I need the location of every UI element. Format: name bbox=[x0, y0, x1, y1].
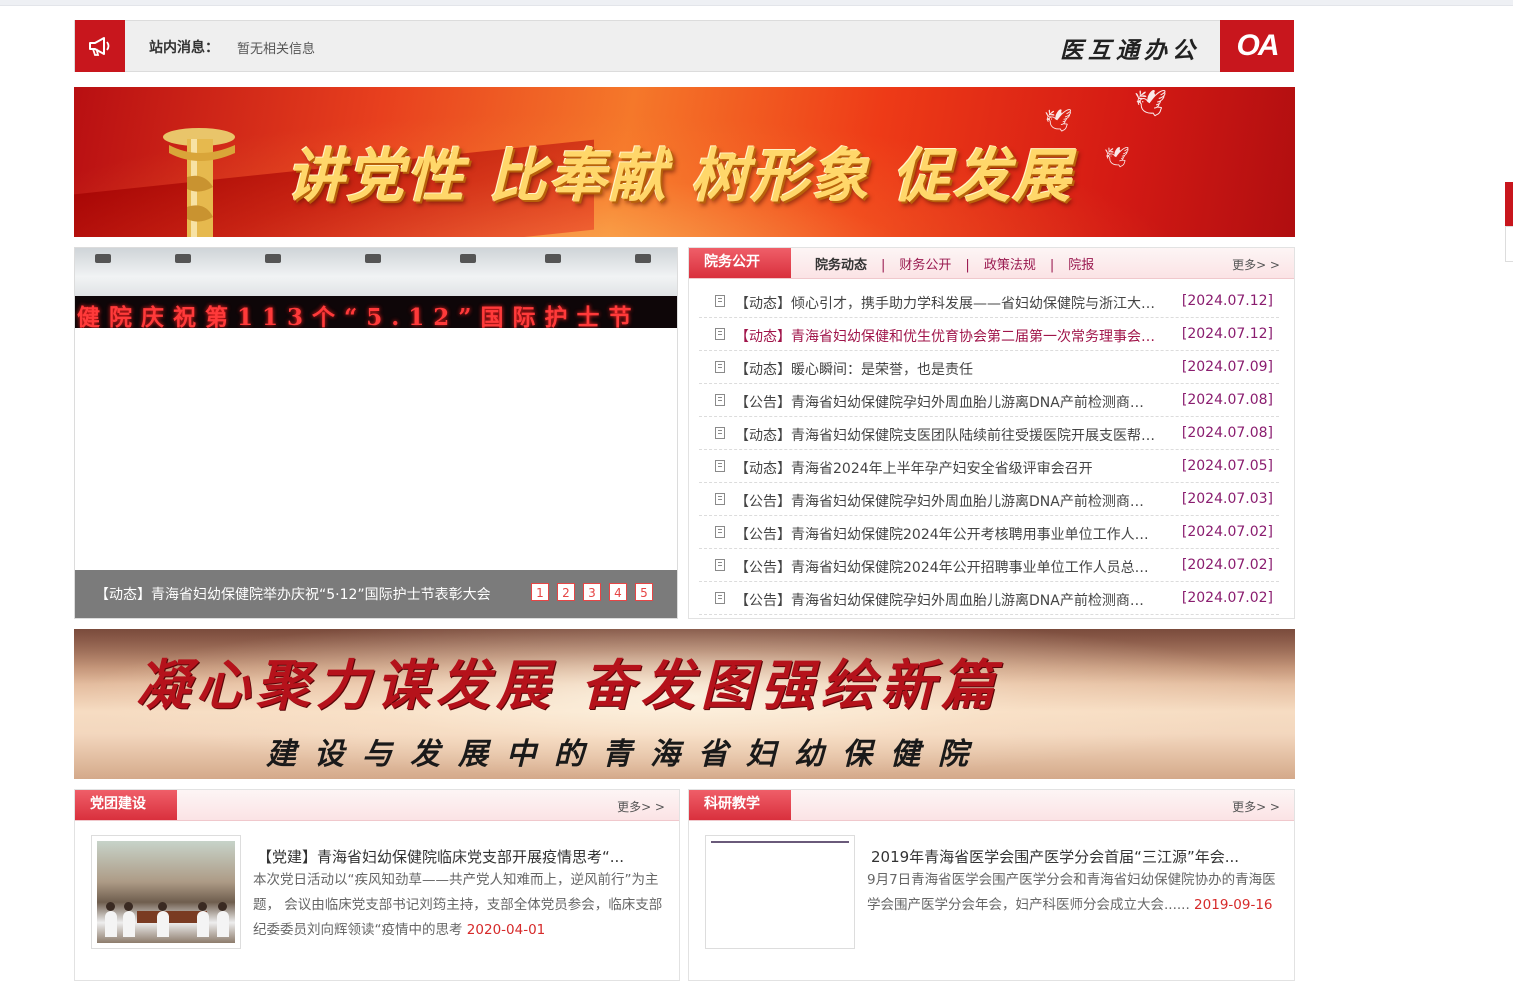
panel-header: 科研教学 更多> > bbox=[689, 790, 1294, 821]
news-list-item[interactable]: 【公告】青海省妇幼保健院2024年公开招聘事业单位工作人员总成绩公示 [2024.… bbox=[699, 549, 1279, 582]
notice-message: 暂无相关信息 bbox=[237, 42, 316, 57]
news-title[interactable]: 【公告】青海省妇幼保健院孕妇外周血胎儿游离DNA产前检测商业保险采购项目 bbox=[735, 590, 1155, 610]
slide-page-4[interactable]: 4 bbox=[609, 583, 627, 601]
panel-header: 院务公开 院务动态 | 财务公开 | 政策法规 | 院报 更多> > bbox=[689, 248, 1294, 279]
development-banner: 凝心聚力谋发展 奋发图强绘新篇 建设与发展中的青海省妇幼保健院 bbox=[74, 629, 1295, 779]
banner-calligraphy-subtitle: 建设与发展中的青海省妇幼保健院 bbox=[266, 737, 986, 772]
subtab-hospital-news[interactable]: 院务动态 bbox=[815, 258, 867, 273]
news-list-item[interactable]: 【动态】青海省2024年上半年孕产妇安全省级评审会召开 [2024.07.05] bbox=[699, 450, 1279, 483]
slide-caption-bar: 【动态】青海省妇幼保健院举办庆祝“5·12”国际护士节表彰大会 1 2 3 4 … bbox=[75, 570, 677, 618]
document-icon bbox=[715, 559, 725, 571]
news-list: 【动态】倾心引才，携手助力学科发展——省妇幼保健院与浙江大学医学院附属妇产科医院… bbox=[699, 285, 1279, 615]
document-icon bbox=[715, 361, 725, 373]
tab-research-teaching[interactable]: 科研教学 bbox=[689, 790, 791, 820]
news-date: [2024.07.05] bbox=[1181, 458, 1273, 474]
news-list-item[interactable]: 【动态】暖心瞬间：是荣誉，也是责任 [2024.07.09] bbox=[699, 351, 1279, 384]
news-date: [2024.07.12] bbox=[1181, 293, 1273, 309]
subtab-newsletter[interactable]: 院报 bbox=[1068, 258, 1094, 273]
party-slogan-banner: 🕊 🕊 🕊 讲党性 比奉献 树形象 促发展 bbox=[74, 87, 1295, 237]
news-title[interactable]: 【动态】青海省2024年上半年孕产妇安全省级评审会召开 bbox=[735, 458, 1155, 478]
news-list-item[interactable]: 【动态】青海省妇幼保健院支医团队陆续前往受援医院开展支医帮扶工作 [2024.07… bbox=[699, 417, 1279, 450]
party-article-title[interactable]: 【党建】青海省妇幼保健院临床党支部开展疫情思考“... bbox=[257, 846, 657, 867]
news-title[interactable]: 【公告】青海省妇幼保健院孕妇外周血胎儿游离DNA产前检测商业保险采购项目 bbox=[735, 491, 1155, 511]
news-date: [2024.07.02] bbox=[1181, 590, 1273, 606]
news-list-item[interactable]: 【公告】青海省妇幼保健院2024年公开考核聘用事业单位工作人员公告 [2024.0… bbox=[699, 516, 1279, 549]
slide-photo-ceiling bbox=[75, 248, 677, 296]
news-list-item[interactable]: 【动态】青海省妇幼保健和优生优育协会第二届第一次常务理事会议召开 [2024.07… bbox=[699, 318, 1279, 351]
news-date: [2024.07.08] bbox=[1181, 392, 1273, 408]
research-teaching-panel: 科研教学 更多> > 2019年青海省医学会围产医学分会首届“三江源”年会...… bbox=[688, 789, 1295, 981]
document-icon bbox=[715, 460, 725, 472]
news-date: [2024.07.02] bbox=[1181, 557, 1273, 573]
banner-slogan: 讲党性 比奉献 树形象 促发展 bbox=[286, 142, 1073, 210]
news-title[interactable]: 【动态】青海省妇幼保健院支医团队陆续前往受援医院开展支医帮扶工作 bbox=[735, 425, 1155, 445]
slide-caption[interactable]: 【动态】青海省妇幼保健院举办庆祝“5·12”国际护士节表彰大会 bbox=[95, 584, 491, 604]
notice-label: 站内消息： bbox=[149, 40, 219, 56]
browser-top-strip bbox=[0, 0, 1513, 6]
document-icon bbox=[715, 592, 725, 604]
banner-calligraphy-title: 凝心聚力谋发展 奋发图强绘新篇 bbox=[136, 653, 1001, 717]
news-date: [2024.07.12] bbox=[1181, 326, 1273, 342]
megaphone-icon bbox=[75, 20, 125, 72]
news-title[interactable]: 【动态】暖心瞬间：是荣誉，也是责任 bbox=[735, 359, 1155, 379]
research-article-thumbnail[interactable] bbox=[705, 835, 855, 949]
news-title[interactable]: 【公告】青海省妇幼保健院2024年公开考核聘用事业单位工作人员公告 bbox=[735, 524, 1155, 544]
slide-pagination: 1 2 3 4 5 bbox=[531, 583, 653, 601]
news-title[interactable]: 【公告】青海省妇幼保健院2024年公开招聘事业单位工作人员总成绩公示 bbox=[735, 557, 1155, 577]
tab-hospital-affairs[interactable]: 院务公开 bbox=[689, 248, 791, 278]
news-title[interactable]: 【公告】青海省妇幼保健院孕妇外周血胎儿游离DNA产前检测商业保险采购项目 bbox=[735, 392, 1155, 412]
hospital-affairs-panel: 院务公开 院务动态 | 财务公开 | 政策法规 | 院报 更多> > 【动态】倾心引才，携手… bbox=[688, 247, 1295, 619]
news-list-item[interactable]: 【公告】青海省妇幼保健院孕妇外周血胎儿游离DNA产前检测商业保险采购项目 [202… bbox=[699, 384, 1279, 417]
oa-logo-button[interactable]: OA bbox=[1220, 20, 1294, 72]
party-article-summary: 本次党日活动以“疾风知劲草——共产党人知难而上，逆风前行”为主题， 会议由临床党… bbox=[253, 872, 663, 938]
news-date: [2024.07.03] bbox=[1181, 491, 1273, 507]
document-icon bbox=[715, 427, 725, 439]
subtab-policy[interactable]: 政策法规 bbox=[984, 258, 1036, 273]
news-date: [2024.07.09] bbox=[1181, 359, 1273, 375]
news-subtabs: 院务动态 | 财务公开 | 政策法规 | 院报 bbox=[815, 258, 1095, 273]
news-title[interactable]: 【动态】青海省妇幼保健和优生优育协会第二届第一次常务理事会议召开 bbox=[735, 326, 1155, 346]
more-link[interactable]: 更多> > bbox=[1232, 256, 1280, 273]
slide-page-5[interactable]: 5 bbox=[635, 583, 653, 601]
side-float-tab[interactable] bbox=[1505, 182, 1513, 226]
research-article-title[interactable]: 2019年青海省医学会围产医学分会首届“三江源”年会... bbox=[871, 846, 1271, 867]
document-icon bbox=[715, 493, 725, 505]
document-icon bbox=[715, 526, 725, 538]
news-date: [2024.07.08] bbox=[1181, 425, 1273, 441]
news-list-item[interactable]: 【公告】青海省妇幼保健院孕妇外周血胎儿游离DNA产前检测商业保险采购项目 [202… bbox=[699, 582, 1279, 615]
panel-header: 党团建设 更多> > bbox=[75, 790, 679, 821]
news-list-item[interactable]: 【公告】青海省妇幼保健院孕妇外周血胎儿游离DNA产前检测商业保险采购项目 [202… bbox=[699, 483, 1279, 516]
news-list-item[interactable]: 【动态】倾心引才，携手助力学科发展——省妇幼保健院与浙江大学医学院附属妇产科医院… bbox=[699, 285, 1279, 318]
led-scroll-sign: 健院庆祝第113个“5.12”国际护士节 bbox=[75, 296, 677, 328]
slide-page-3[interactable]: 3 bbox=[583, 583, 601, 601]
news-title[interactable]: 【动态】倾心引才，携手助力学科发展——省妇幼保健院与浙江大学医学院附属妇产科医院 bbox=[735, 293, 1155, 313]
research-article-date: 2019-09-16 bbox=[1194, 897, 1273, 913]
more-link[interactable]: 更多> > bbox=[1232, 798, 1280, 815]
party-building-panel: 党团建设 更多> > 【党建】青海省妇幼保健院临床党支部开展疫情思考“... 本… bbox=[74, 789, 680, 981]
document-icon bbox=[715, 328, 725, 340]
photo-slider[interactable]: 健院庆祝第113个“5.12”国际护士节 【动态】青海省妇幼保健院举办庆祝“5·… bbox=[74, 247, 678, 619]
oa-system-title[interactable]: 医互通办公 bbox=[1060, 31, 1200, 65]
side-float-tab-secondary[interactable] bbox=[1505, 226, 1513, 262]
slide-page-1[interactable]: 1 bbox=[531, 583, 549, 601]
oa-logo-text: OA bbox=[1236, 29, 1280, 62]
document-icon bbox=[715, 394, 725, 406]
dove-icon: 🕊 bbox=[1134, 89, 1168, 119]
dove-icon: 🕊 bbox=[1104, 145, 1130, 169]
document-icon bbox=[715, 295, 725, 307]
party-article-thumbnail[interactable] bbox=[91, 835, 241, 949]
tab-party-building[interactable]: 党团建设 bbox=[75, 790, 177, 820]
party-article-date: 2020-04-01 bbox=[466, 922, 546, 938]
research-article-summary: 9月7日青海省医学会围产医学分会和青海省妇幼保健院协办的青海医学会围产医学分会年… bbox=[867, 872, 1276, 913]
led-text: 健院庆祝第113个“5.12”国际护士节 bbox=[77, 304, 641, 328]
notice-bar: 站内消息： 暂无相关信息 医互通办公 OA bbox=[74, 20, 1294, 72]
slide-page-2[interactable]: 2 bbox=[557, 583, 575, 601]
news-date: [2024.07.02] bbox=[1181, 524, 1273, 540]
more-link[interactable]: 更多> > bbox=[617, 798, 665, 815]
subtab-finance[interactable]: 财务公开 bbox=[899, 258, 951, 273]
